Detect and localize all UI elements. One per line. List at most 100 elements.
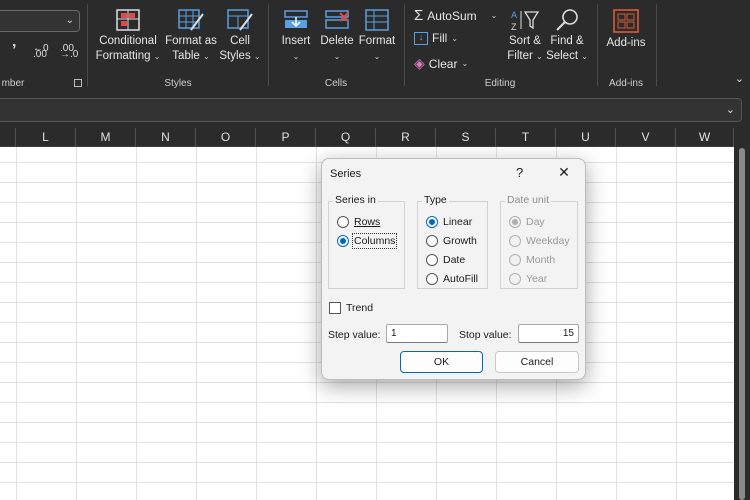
group-divider: [656, 4, 657, 86]
chevron-down-icon: ⌄: [253, 52, 261, 61]
rows-radio[interactable]: [337, 216, 349, 228]
format-cells-button[interactable]: Format ⌄: [357, 8, 397, 64]
clear-label: Clear: [428, 56, 458, 71]
format-as-table-label-1: Format as: [165, 35, 217, 47]
sort-filter-icon: A Z: [511, 10, 540, 32]
column-header[interactable]: R: [376, 128, 436, 147]
addins-button[interactable]: Add-ins: [603, 8, 649, 51]
cancel-button[interactable]: Cancel: [495, 351, 579, 373]
group-divider: [597, 4, 598, 86]
autofill-radio[interactable]: [426, 273, 438, 285]
insert-cells-button[interactable]: Insert ⌄: [276, 8, 316, 64]
scrollbar-thumb[interactable]: [739, 148, 745, 500]
increase-decimal-icon: ←0.00: [33, 43, 49, 60]
type-legend: Type: [422, 194, 449, 206]
formula-bar[interactable]: ⌄: [0, 98, 742, 122]
name-box-dropdown[interactable]: ⌄: [0, 10, 80, 32]
rows-label: Rows: [354, 216, 380, 228]
autosum-button[interactable]: Σ AutoSum ⌄: [414, 7, 497, 24]
step-value-label: Step value:: [328, 329, 381, 341]
linear-radio[interactable]: [426, 216, 438, 228]
stop-value-input[interactable]: 15: [518, 324, 579, 343]
dialog-title: Series: [330, 168, 362, 180]
conditional-formatting-button[interactable]: Conditional Formatting ⌄: [92, 8, 164, 64]
sigma-icon: Σ: [414, 7, 424, 24]
addins-label: Add-ins: [606, 37, 646, 49]
cell-styles-label-2: Styles: [219, 50, 251, 62]
sort-filter-button[interactable]: A Z Sort & Filter ⌄: [503, 8, 547, 64]
date-radio[interactable]: [426, 254, 438, 266]
expand-formula-bar-icon[interactable]: ⌄: [726, 103, 735, 116]
column-header[interactable]: [0, 128, 16, 147]
insert-cells-icon: [284, 10, 308, 28]
column-header[interactable]: L: [16, 128, 76, 147]
trend-option[interactable]: Trend: [329, 302, 373, 314]
decrease-decimal-button[interactable]: .00 →.0: [60, 43, 78, 65]
type-date-option[interactable]: Date: [426, 254, 465, 266]
column-header[interactable]: V: [616, 128, 676, 147]
step-value-input[interactable]: 1: [386, 324, 448, 343]
column-header[interactable]: O: [196, 128, 256, 147]
number-format-launcher-icon[interactable]: [74, 79, 82, 87]
group-divider: [404, 4, 405, 86]
chevron-down-icon: ⌄: [451, 33, 459, 43]
clear-button[interactable]: ◈ Clear ⌄: [414, 55, 468, 72]
column-header[interactable]: P: [256, 128, 316, 147]
type-autofill-option[interactable]: AutoFill: [426, 273, 478, 285]
decrease-decimal-icon: .00 →.0: [60, 43, 79, 60]
insert-label: Insert: [281, 35, 311, 47]
chevron-down-icon: ⌄: [292, 52, 300, 61]
series-in-columns-option[interactable]: Columns: [337, 233, 398, 249]
date-unit-group: Date unit Day Weekday Month Year: [500, 194, 578, 289]
date-unit-day-option: Day: [509, 216, 545, 228]
help-button[interactable]: ?: [516, 165, 523, 180]
series-in-rows-option[interactable]: Rows: [337, 216, 380, 228]
find-select-button[interactable]: Find & Select ⌄: [544, 8, 590, 64]
type-growth-option[interactable]: Growth: [426, 235, 477, 247]
cell-styles-label-1: Cell: [230, 35, 250, 47]
format-as-table-button[interactable]: Format as Table ⌄: [163, 8, 219, 64]
comma-style-button[interactable]: ’: [12, 42, 16, 60]
columns-radio[interactable]: [337, 235, 349, 247]
chevron-down-icon: ⌄: [153, 52, 161, 61]
trend-label: Trend: [346, 302, 374, 314]
series-dialog: Series ? ✕ Series in Rows Columns Type L…: [321, 158, 586, 380]
increase-decimal-button[interactable]: ←0.00: [33, 43, 49, 65]
format-label: Format: [358, 35, 396, 47]
find-select-label-2: Select: [546, 50, 579, 62]
column-header[interactable]: U: [556, 128, 616, 147]
format-as-table-label-2: Table: [172, 50, 200, 62]
growth-radio[interactable]: [426, 235, 438, 247]
date-label: Date: [443, 254, 466, 266]
magnifier-icon: [556, 9, 578, 31]
date-unit-year-option: Year: [509, 273, 547, 285]
column-header[interactable]: Q: [316, 128, 376, 147]
number-group-label: mber: [1, 78, 25, 89]
eraser-icon: ◈: [414, 55, 425, 71]
date-unit-weekday-option: Weekday: [509, 235, 570, 247]
delete-cells-button[interactable]: Delete ⌄: [317, 8, 357, 64]
column-header[interactable]: W: [676, 128, 734, 147]
sort-filter-label-1: Sort &: [509, 35, 541, 47]
vertical-scrollbar[interactable]: [734, 128, 750, 500]
year-label: Year: [526, 273, 548, 285]
type-linear-option[interactable]: Linear: [426, 216, 472, 228]
day-radio: [509, 216, 521, 228]
collapse-ribbon-icon[interactable]: ⌄: [735, 72, 744, 85]
chevron-down-icon: ⌄: [536, 52, 543, 61]
column-header[interactable]: N: [136, 128, 196, 147]
trend-checkbox[interactable]: [329, 302, 341, 314]
group-divider: [87, 4, 88, 86]
chevron-down-icon: ⌄: [333, 52, 341, 61]
cell-styles-button[interactable]: Cell Styles ⌄: [218, 8, 262, 64]
ribbon: ⌄ ’ ←0.00 .00 →.0 mber Conditional Format…: [0, 0, 750, 94]
date-unit-month-option: Month: [509, 254, 555, 266]
close-button[interactable]: ✕: [555, 164, 573, 181]
column-header[interactable]: S: [436, 128, 496, 147]
column-header[interactable]: M: [76, 128, 136, 147]
ok-button[interactable]: OK: [400, 351, 483, 373]
conditional-formatting-label-1: Conditional: [99, 35, 157, 47]
fill-button[interactable]: ↓ Fill ⌄: [414, 31, 458, 45]
year-radio: [509, 273, 521, 285]
column-header[interactable]: T: [496, 128, 556, 147]
